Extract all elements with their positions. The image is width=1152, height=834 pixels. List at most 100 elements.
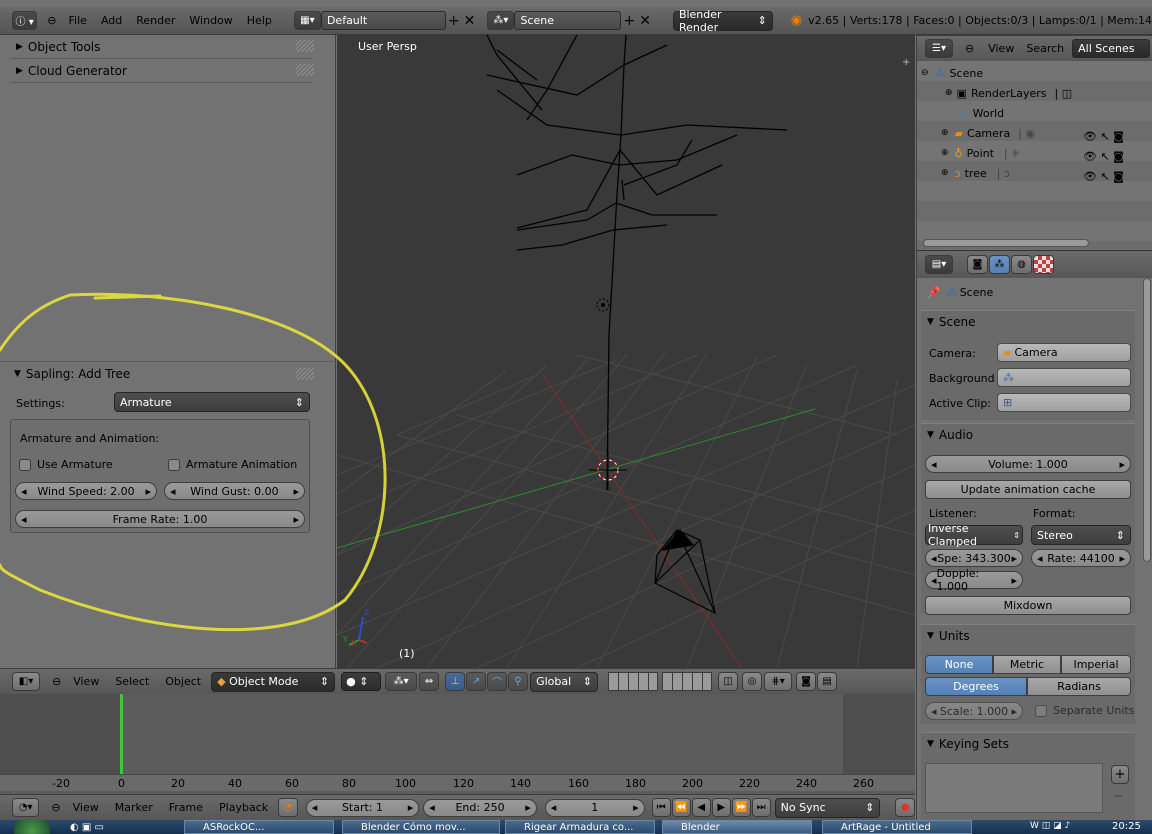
camera-field[interactable]: ▰ Camera bbox=[997, 343, 1131, 362]
menu-marker[interactable]: Marker bbox=[115, 801, 153, 814]
outliner-item-scene[interactable]: ⊖ ⁂ Scene bbox=[921, 64, 983, 82]
jump-end-icon[interactable]: ⏭ bbox=[751, 798, 771, 817]
operator-panel-header[interactable]: ▼ Sapling: Add Tree bbox=[0, 363, 130, 385]
snap-element-icon[interactable]: ⋕▾ bbox=[764, 672, 793, 691]
eye-icon[interactable]: 👁 ↖ ◙ bbox=[1083, 127, 1124, 147]
update-cache-button[interactable]: Update animation cache bbox=[925, 480, 1131, 499]
display-mode-select[interactable]: All Scenes bbox=[1072, 39, 1151, 58]
scene-icon[interactable]: ⁂▾ bbox=[487, 11, 515, 30]
3d-viewport[interactable]: User Persp (1) Z Y X + bbox=[337, 35, 915, 668]
wind-speed-field[interactable]: ◂ Wind Speed: 2.00 ▸ bbox=[15, 482, 157, 500]
unit-metric-button[interactable]: Metric bbox=[993, 655, 1061, 674]
menu-search[interactable]: Search bbox=[1026, 42, 1064, 55]
panel-grip-icon[interactable] bbox=[296, 64, 314, 76]
remove-layout-icon[interactable]: ✕ bbox=[464, 13, 476, 29]
tray-icons[interactable]: W ◫ ◪ ♪ bbox=[1030, 821, 1070, 831]
panel-cloud-generator[interactable]: ▶ Cloud Generator bbox=[0, 60, 335, 82]
menu-add[interactable]: Add bbox=[101, 14, 122, 27]
outliner-item-tree[interactable]: ⊕ ↄ tree | ↄ bbox=[941, 164, 1010, 182]
transform-manipulator-icon[interactable]: ⚲ bbox=[508, 672, 529, 691]
unit-none-button[interactable]: None bbox=[925, 655, 993, 674]
collapse-menu-icon[interactable]: ⊖ bbox=[51, 801, 60, 814]
add-layout-icon[interactable]: + bbox=[448, 13, 460, 29]
increment-arrow-icon[interactable]: ▸ bbox=[293, 485, 299, 498]
use-armature-checkbox[interactable]: Use Armature bbox=[19, 458, 113, 471]
increment-arrow-icon[interactable]: ▸ bbox=[145, 485, 151, 498]
pivot-point-icon[interactable]: ⁂▾ bbox=[385, 672, 418, 691]
menu-frame[interactable]: Frame bbox=[169, 801, 203, 814]
menu-render[interactable]: Render bbox=[136, 14, 175, 27]
prev-keyframe-icon[interactable]: ⏪ bbox=[671, 798, 691, 817]
decrement-arrow-icon[interactable]: ◂ bbox=[170, 485, 176, 498]
menu-select[interactable]: Select bbox=[115, 675, 149, 688]
timeline-area[interactable]: -20 0 20 40 60 80 100 120 140 160 180 20… bbox=[0, 694, 915, 794]
sample-rate-field[interactable]: ◂ Rate: 44100 ▸ bbox=[1031, 549, 1131, 567]
menu-playback[interactable]: Playback bbox=[219, 801, 268, 814]
menu-view[interactable]: View bbox=[988, 42, 1014, 55]
current-frame-field[interactable]: ◂ 1 ▸ bbox=[544, 798, 645, 817]
render-tab-icon[interactable]: ◙ bbox=[967, 255, 988, 274]
world-tab-icon[interactable]: ◍ bbox=[1011, 255, 1032, 274]
expand-toggle-icon[interactable]: ⊕ bbox=[941, 128, 949, 138]
outliner-item-camera[interactable]: ⊕ ▰ Camera | ◉ bbox=[941, 124, 1035, 142]
volume-field[interactable]: ◂ Volume: 1.000 ▸ bbox=[925, 455, 1131, 473]
render-engine-select[interactable]: Blender Render ⇕ bbox=[672, 8, 773, 34]
current-frame-marker[interactable] bbox=[120, 694, 123, 778]
play-reverse-icon[interactable]: ◀ bbox=[691, 798, 711, 817]
decrement-arrow-icon[interactable]: ◂ bbox=[21, 485, 27, 498]
menu-file[interactable]: File bbox=[69, 14, 87, 27]
sync-select[interactable]: No Sync ⇕ bbox=[774, 797, 881, 818]
doppler-field[interactable]: ◂ Dopple: 1.000 ▸ bbox=[925, 567, 1023, 593]
next-keyframe-icon[interactable]: ⏩ bbox=[731, 798, 751, 817]
scene-field[interactable]: Scene bbox=[514, 11, 622, 30]
expand-toggle-icon[interactable]: ⊕ bbox=[945, 88, 953, 98]
outliner-item-point[interactable]: ⊕ ♁ Point | ✳ bbox=[941, 144, 1020, 162]
collapse-menu-icon[interactable]: ⊖ bbox=[47, 14, 56, 27]
manipulator-toggle-icon[interactable]: ⇔ bbox=[419, 672, 440, 691]
audio-format-select[interactable]: Stereo ⇕ bbox=[1031, 525, 1131, 545]
radians-button[interactable]: Radians bbox=[1027, 677, 1131, 696]
audio-panel-header[interactable]: ▼ Audio bbox=[921, 424, 1135, 446]
view-expand-icon[interactable]: + bbox=[902, 57, 910, 68]
add-scene-icon[interactable]: + bbox=[623, 13, 635, 29]
jump-start-icon[interactable]: ⏮ bbox=[651, 798, 671, 817]
units-panel-header[interactable]: ▼ Units bbox=[921, 625, 1135, 647]
collapse-menu-icon[interactable]: ⊖ bbox=[52, 675, 61, 688]
layer-buttons-a[interactable] bbox=[608, 672, 659, 691]
end-frame-field[interactable]: ◂ End: 250 ▸ bbox=[423, 798, 537, 817]
add-keying-set-icon[interactable]: + bbox=[1111, 765, 1129, 784]
outliner-item-world[interactable]: ◍ World bbox=[957, 104, 1004, 122]
render-animation-icon[interactable]: ▤ bbox=[817, 672, 838, 691]
taskbar-item-blender[interactable]: Blender bbox=[662, 820, 812, 834]
outliner-item-renderlayers[interactable]: ⊕ ▣ RenderLayers | ◫ bbox=[945, 84, 1072, 102]
pin-icon[interactable]: 📌 bbox=[927, 286, 941, 299]
taskbar-item-chrome-2[interactable]: Rigear Armadura co... bbox=[505, 820, 655, 834]
increment-arrow-icon[interactable]: ▸ bbox=[293, 513, 299, 526]
degrees-button[interactable]: Degrees bbox=[925, 677, 1027, 696]
taskbar-item-chrome-1[interactable]: Blender Cómo mov... bbox=[342, 820, 500, 834]
eye-icon[interactable]: 👁 ↖ ◙ bbox=[1083, 167, 1124, 187]
armature-animation-checkbox[interactable]: Armature Animation bbox=[168, 458, 297, 471]
rotate-manipulator-icon[interactable]: ↗ bbox=[466, 672, 487, 691]
keying-sets-list[interactable] bbox=[925, 763, 1103, 813]
keying-panel-header[interactable]: ▼ Keying Sets bbox=[921, 733, 1135, 755]
wind-gust-field[interactable]: ◂ Wind Gust: 0.00 ▸ bbox=[164, 482, 305, 500]
decrement-arrow-icon[interactable]: ◂ bbox=[21, 513, 27, 526]
timeline-editor-icon[interactable]: ◔▾ bbox=[12, 798, 40, 817]
outliner-scrollbar[interactable] bbox=[923, 239, 1089, 247]
unit-scale-field[interactable]: ◂ Scale: 1.000 ▸ bbox=[925, 702, 1023, 720]
mixdown-button[interactable]: Mixdown bbox=[925, 596, 1131, 615]
render-still-icon[interactable]: ◙ bbox=[796, 672, 817, 691]
start-button-icon[interactable] bbox=[14, 820, 50, 834]
orientation-select[interactable]: Global ⇕ bbox=[530, 671, 599, 692]
start-frame-field[interactable]: ◂ Start: 1 ▸ bbox=[305, 798, 420, 817]
lock-layers-icon[interactable]: ◫ bbox=[718, 672, 739, 691]
panel-grip-icon[interactable] bbox=[296, 40, 314, 52]
record-icon[interactable]: ● bbox=[895, 798, 915, 817]
screen-layout-icon[interactable]: ▦▾ bbox=[293, 11, 321, 30]
collapse-toggle-icon[interactable]: ⊖ bbox=[921, 68, 929, 78]
translate-manipulator-icon[interactable]: ⊥ bbox=[445, 672, 466, 691]
viewport-shading-select[interactable]: ● ⇕ bbox=[341, 672, 382, 691]
panel-grip-icon[interactable] bbox=[296, 368, 314, 380]
speed-of-sound-field[interactable]: ◂ Spe: 343.300 ▸ bbox=[925, 549, 1023, 567]
